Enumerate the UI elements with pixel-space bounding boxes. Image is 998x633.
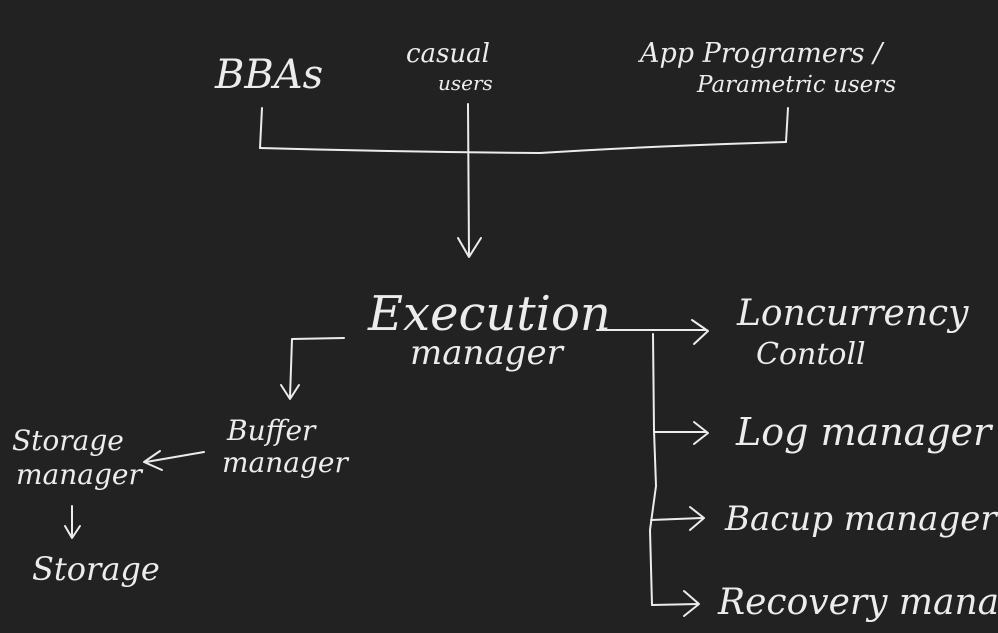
- app-programmers-label-line1: App Programers /: [637, 38, 885, 69]
- bracket-horizontal-bar: [259, 141, 787, 154]
- storage-manager-label-line2: manager: [16, 458, 143, 491]
- execution-manager-label-line2: manager: [410, 333, 565, 373]
- bus-to-backup-line: [650, 517, 703, 521]
- concurrency-control-label-line1: Loncurrency: [736, 293, 969, 334]
- casual-users-label-line1: casual: [406, 39, 490, 69]
- bus-to-recovery-line: [651, 603, 699, 606]
- buffer-manager-label-line1: Buffer: [226, 414, 317, 447]
- buffer-manager-label-line2: manager: [222, 446, 349, 479]
- execution-to-concurrency-arrowhead: [691, 319, 709, 345]
- recovery-manager-label: Recovery manager: [717, 582, 998, 623]
- dbms-architecture-diagram: BBAs casual users App Programers / Param…: [12, 38, 998, 623]
- whiteboard-canvas: BBAs casual users App Programers / Param…: [0, 0, 998, 633]
- bbas-label: BBAs: [214, 52, 323, 98]
- log-manager-label: Log manager: [735, 410, 994, 454]
- storage-manager-label-line1: Storage: [12, 424, 124, 457]
- concurrency-control-label-line2: Contoll: [756, 337, 866, 372]
- users-to-execution-line: [467, 103, 470, 257]
- parametric-users-label-line2: Parametric users: [696, 72, 896, 98]
- backup-manager-label: Bacup manager: [724, 499, 998, 539]
- storage-label: Storage: [32, 550, 160, 588]
- bracket-bbas-stem: [259, 107, 263, 149]
- casual-users-label-line2: users: [438, 71, 493, 95]
- bracket-app-users-stem: [785, 107, 789, 143]
- manager-bus-vertical-line: [649, 333, 657, 606]
